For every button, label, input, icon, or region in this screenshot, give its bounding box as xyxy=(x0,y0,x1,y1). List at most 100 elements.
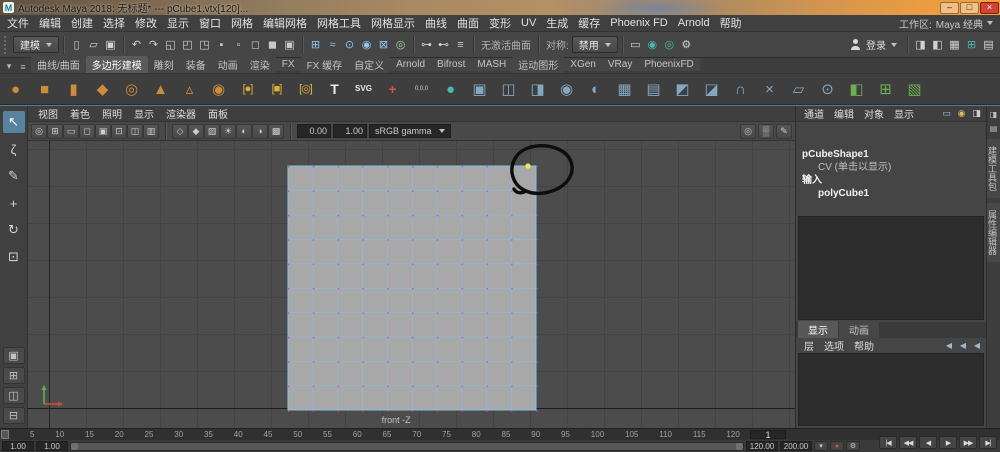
menubar-item[interactable]: 网格 xyxy=(226,15,258,31)
poly-cube[interactable]: ■ xyxy=(32,77,57,102)
scale-tool[interactable]: ⊡ xyxy=(3,246,25,268)
input-connections-icon[interactable]: ⊶ xyxy=(418,36,435,53)
menubar-item[interactable]: 生成 xyxy=(541,15,573,31)
play-forward-button[interactable]: ▶ xyxy=(939,436,957,449)
menubar-item[interactable]: 网格工具 xyxy=(312,15,366,31)
range-slider[interactable] xyxy=(70,441,744,451)
poly-pipe[interactable]: ◉ xyxy=(206,77,231,102)
origin-locator[interactable]: 0,0,0 xyxy=(409,77,434,102)
menu-set-selector[interactable]: 建模 xyxy=(13,36,59,53)
move-tool[interactable]: + xyxy=(3,192,25,214)
snap-point-icon[interactable]: ⊙ xyxy=(341,36,358,53)
film-gate-icon[interactable]: ▭ xyxy=(63,123,79,139)
menubar-item[interactable]: 修改 xyxy=(130,15,162,31)
layout-four-pane-button[interactable]: ⊞ xyxy=(2,367,25,384)
construction-axis[interactable]: + xyxy=(380,77,405,102)
view-transform-dropdown[interactable]: sRGB gamma xyxy=(369,124,451,138)
boolean-difference[interactable]: ◐ xyxy=(583,77,608,102)
type-tool[interactable]: T xyxy=(322,77,347,102)
use-all-lights-icon[interactable]: ☀ xyxy=(220,123,236,139)
make-live-icon[interactable]: ◎ xyxy=(392,36,409,53)
shelf-tab[interactable]: 自定义 xyxy=(348,56,391,73)
layout-single-pane-button[interactable]: ▣ xyxy=(2,347,25,364)
poly-sphere[interactable]: ● xyxy=(3,77,28,102)
channel-slider-mode-icon[interactable]: ▭ xyxy=(940,107,953,120)
mirror[interactable]: ◧ xyxy=(844,77,869,102)
paint-select-tool[interactable]: ✎ xyxy=(3,165,25,187)
shelf-tab[interactable]: 曲线/曲面 xyxy=(31,56,86,73)
gamma-field[interactable]: 1.00 xyxy=(333,124,367,138)
anim-end-field[interactable]: 200.00 xyxy=(780,441,812,451)
select-object-icon[interactable]: ◰ xyxy=(179,36,196,53)
menubar-item[interactable]: 缓存 xyxy=(573,15,605,31)
viewport[interactable]: front -Z xyxy=(28,141,795,428)
safe-action-icon[interactable]: ◫ xyxy=(127,123,143,139)
panel-menu-item[interactable]: 着色 xyxy=(64,106,96,121)
shelf-menu-icon[interactable]: ▾ xyxy=(2,60,16,73)
layout-persp-outliner-button[interactable]: ◫ xyxy=(2,387,25,404)
outliner-toggle-icon[interactable]: ▤ xyxy=(980,36,997,53)
menubar-item[interactable]: Arnold xyxy=(673,17,715,29)
bridge[interactable]: ∩ xyxy=(728,77,753,102)
menubar-item[interactable]: 曲线 xyxy=(420,15,452,31)
new-layer-from-selected-icon[interactable]: ◀ xyxy=(957,340,969,352)
multi-cut[interactable]: × xyxy=(757,77,782,102)
playback-start-field[interactable]: 1.00 xyxy=(36,441,68,451)
rotate-tool[interactable]: ↻ xyxy=(3,219,25,241)
camera-pivot-icon[interactable]: ◎ xyxy=(31,123,47,139)
undo-icon[interactable]: ↶ xyxy=(128,36,145,53)
new-scene-icon[interactable]: ▯ xyxy=(68,36,85,53)
anim-start-field[interactable]: 1.00 xyxy=(2,441,34,451)
ambient-occlusion-icon[interactable]: ◑ xyxy=(252,123,268,139)
interactive-torus[interactable]: [◎] xyxy=(293,77,318,102)
resolution-gate-icon[interactable]: ◻ xyxy=(79,123,95,139)
menubar-item[interactable]: 选择 xyxy=(98,15,130,31)
shelf-tab[interactable]: 雕刻 xyxy=(147,56,180,73)
quad-draw[interactable]: ▱ xyxy=(786,77,811,102)
redo-icon[interactable]: ↷ xyxy=(145,36,162,53)
go-to-end-button[interactable]: ▶| xyxy=(979,436,997,449)
layer-editor-menu-item[interactable]: 选项 xyxy=(819,338,849,353)
close-button[interactable]: × xyxy=(980,1,999,14)
boolean-union[interactable]: ◉ xyxy=(554,77,579,102)
panel-menu-item[interactable]: 视图 xyxy=(32,106,64,121)
select-hierarchy-icon[interactable]: ◱ xyxy=(162,36,179,53)
pcube-object[interactable] xyxy=(285,163,539,413)
channel-box-menu-item[interactable]: 对象 xyxy=(859,106,889,121)
live-surface-button[interactable]: 无激活曲面 xyxy=(478,37,534,52)
wireframe-mode-icon[interactable]: ◇ xyxy=(172,123,188,139)
shelf-tab[interactable]: FX 缓存 xyxy=(300,56,349,73)
channel-manip-icon[interactable]: ◨ xyxy=(970,107,983,120)
sidebar-vertical-tab[interactable]: 建模工具包 xyxy=(987,139,1000,198)
render-current-frame-icon[interactable]: ◉ xyxy=(644,36,661,53)
shelf-tab[interactable]: 动画 xyxy=(211,56,244,73)
shelf-tab[interactable]: 渲染 xyxy=(243,56,276,73)
gate-mask-icon[interactable]: ▣ xyxy=(95,123,111,139)
sidebar-vertical-tab[interactable]: 属性编辑器 xyxy=(987,203,1000,262)
poly-pyramid[interactable]: ▵ xyxy=(177,77,202,102)
target-weld[interactable]: ⊙ xyxy=(815,77,840,102)
modeling-toolkit-toggle-icon[interactable]: ⊞ xyxy=(963,36,980,53)
menubar-item[interactable]: 文件 xyxy=(2,15,34,31)
menubar-item[interactable]: 显示 xyxy=(162,15,194,31)
smooth-mesh-preview[interactable]: ● xyxy=(438,77,463,102)
extract[interactable]: ◨ xyxy=(525,77,550,102)
render-settings-icon[interactable]: ⚙ xyxy=(678,36,695,53)
panel-menu-item[interactable]: 照明 xyxy=(96,106,128,121)
exposure-field[interactable]: 0.00 xyxy=(297,124,331,138)
safe-title-icon[interactable]: ▥ xyxy=(143,123,159,139)
mask-objects-icon[interactable]: ▣ xyxy=(281,36,298,53)
shelf-tab[interactable]: FX xyxy=(275,58,301,71)
menubar-item[interactable]: 编辑 xyxy=(34,15,66,31)
new-empty-layer-icon[interactable]: ◀ xyxy=(943,340,955,352)
ipr-render-icon[interactable]: ◎ xyxy=(661,36,678,53)
workspace-selector[interactable]: 工作区: Maya 经典 xyxy=(899,16,998,31)
grid-toggle-icon[interactable]: ⊞ xyxy=(47,123,63,139)
menubar-item[interactable]: 帮助 xyxy=(715,15,747,31)
bevel[interactable]: ◪ xyxy=(699,77,724,102)
attribute-editor-toggle-icon[interactable]: ◨ xyxy=(912,36,929,53)
grip-handle[interactable] xyxy=(4,35,9,54)
menubar-item[interactable]: 创建 xyxy=(66,15,98,31)
save-scene-icon[interactable]: ▣ xyxy=(102,36,119,53)
menubar-item[interactable]: UV xyxy=(516,17,541,29)
